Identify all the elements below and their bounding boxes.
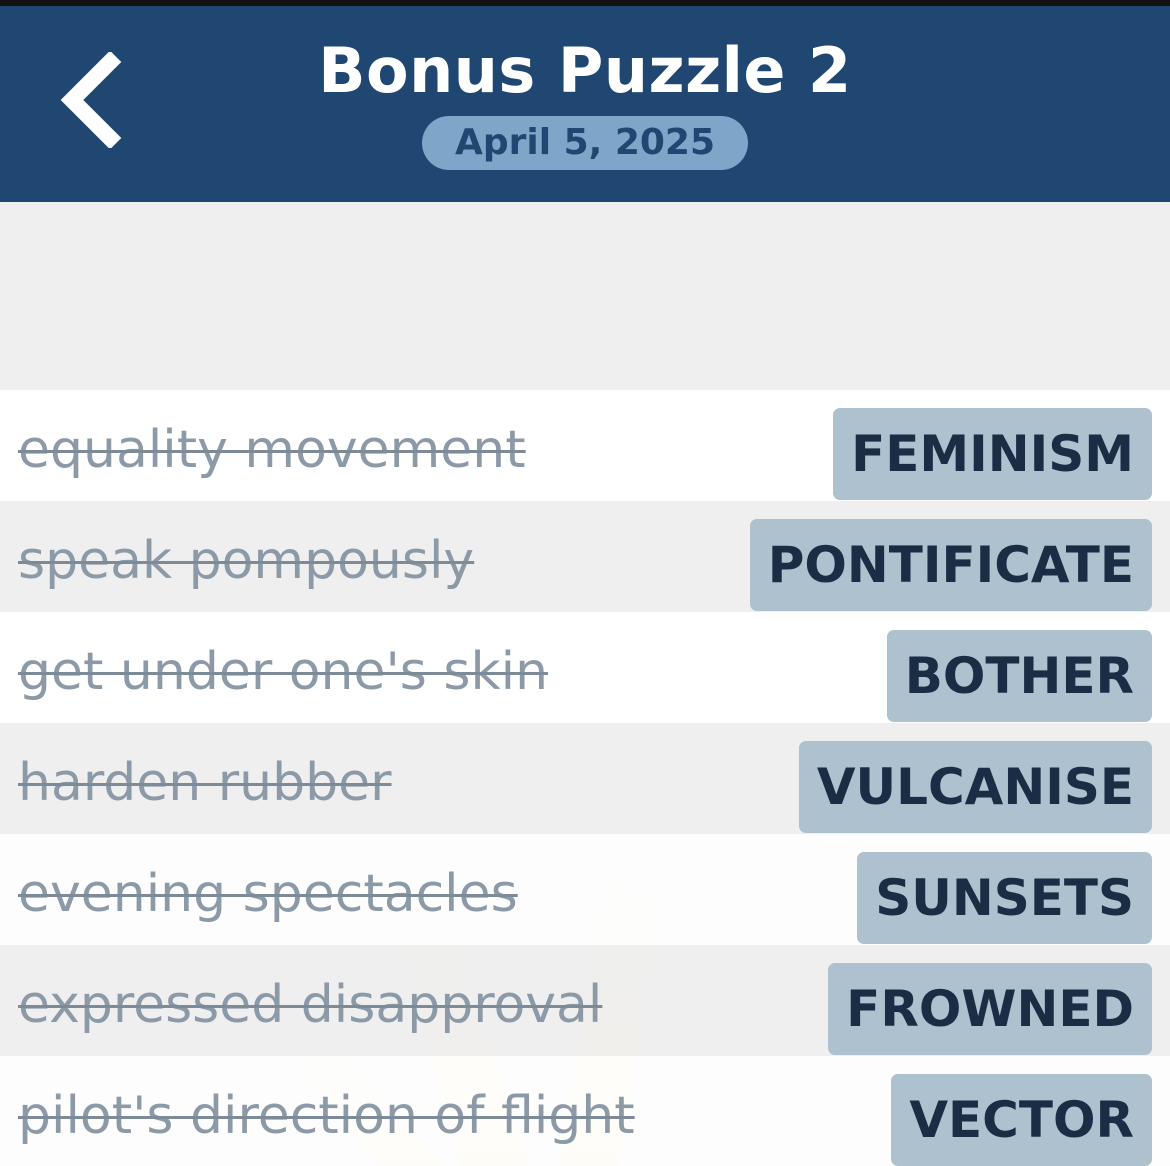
list-item: speak pompously PONTIFICATE (0, 501, 1170, 612)
list-item: expressed disapproval FROWNED (0, 945, 1170, 1056)
clue-text: evening spectacles (18, 864, 518, 924)
answer-tile[interactable]: VULCANISE (798, 741, 1152, 833)
answer-tile[interactable]: BOTHER (886, 630, 1152, 722)
list-item: get under one's skin BOTHER (0, 612, 1170, 723)
answer-tile[interactable]: FROWNED (828, 963, 1152, 1055)
clue-text: speak pompously (18, 531, 475, 591)
clue-text: equality movement (18, 420, 526, 480)
clue-text: get under one's skin (18, 642, 549, 702)
answer-tile[interactable]: FEMINISM (833, 408, 1152, 500)
answer-tile[interactable]: PONTIFICATE (749, 519, 1152, 611)
list-item: harden rubber VULCANISE (0, 723, 1170, 834)
answer-tile[interactable]: SUNSETS (857, 852, 1152, 944)
list-item: equality movement FEMINISM (0, 390, 1170, 501)
clue-text: expressed disapproval (18, 975, 603, 1035)
page-title: Bonus Puzzle 2 (318, 34, 852, 107)
list-item: evening spectacles SUNSETS (0, 834, 1170, 945)
header-bar: Bonus Puzzle 2 April 5, 2025 (0, 6, 1170, 202)
list-item: pilot's direction of flight VECTOR (0, 1056, 1170, 1166)
date-badge: April 5, 2025 (422, 116, 748, 170)
answer-tile[interactable]: VECTOR (891, 1074, 1152, 1166)
answers-list: equality movement FEMINISM speak pompous… (0, 390, 1170, 1166)
clue-text: pilot's direction of flight (18, 1086, 635, 1146)
spacer-area (0, 202, 1170, 390)
clue-text: harden rubber (18, 753, 392, 813)
